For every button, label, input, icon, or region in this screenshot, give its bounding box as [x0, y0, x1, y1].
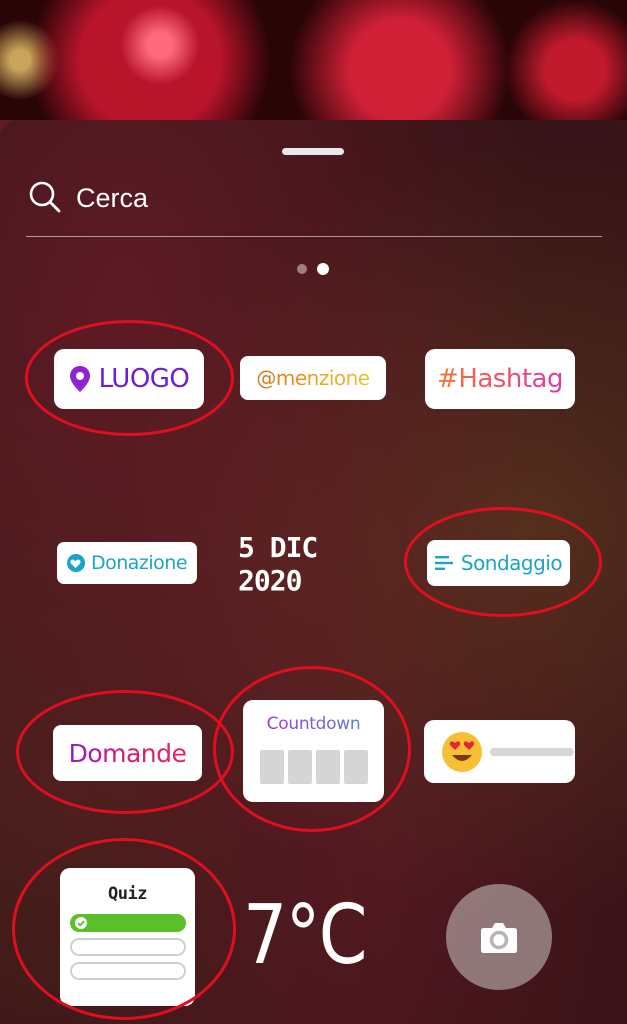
- mention-sticker[interactable]: @menzione: [240, 356, 386, 400]
- check-icon: [74, 917, 87, 929]
- quiz-sticker[interactable]: Quiz: [60, 868, 195, 1006]
- page-dot-1[interactable]: [297, 264, 307, 274]
- list-lines-icon: [434, 556, 453, 570]
- poll-sticker-label: Sondaggio: [460, 551, 563, 575]
- page-dot-2-active[interactable]: [317, 263, 329, 275]
- countdown-digit-box: [287, 750, 312, 784]
- mention-sticker-label: @menzione: [256, 366, 370, 390]
- quiz-option: [69, 962, 186, 980]
- temperature-sticker[interactable]: 7°C: [243, 880, 371, 990]
- quiz-sticker-label: Quiz: [108, 884, 147, 904]
- emoji-slider-track: [490, 747, 574, 756]
- poll-sticker[interactable]: Sondaggio: [427, 540, 570, 586]
- questions-sticker[interactable]: Domande: [53, 725, 202, 781]
- location-sticker[interactable]: LUOGO: [54, 349, 204, 409]
- donation-sticker-label: Donazione: [90, 552, 188, 574]
- donation-sticker[interactable]: Donazione: [57, 542, 197, 584]
- temperature-sticker-label: 7°C: [243, 887, 367, 983]
- emoji-slider-sticker[interactable]: [424, 720, 575, 783]
- location-sticker-label: LUOGO: [98, 364, 190, 394]
- date-sticker-label: 5 DIC 2020: [238, 531, 318, 597]
- camera-sticker-button[interactable]: [446, 884, 552, 990]
- heart-icon: [66, 554, 85, 572]
- camera-icon: [481, 923, 517, 953]
- sheet-drag-handle[interactable]: [282, 148, 344, 155]
- hashtag-sticker-label: #Hashtag: [437, 364, 563, 394]
- hashtag-sticker[interactable]: #Hashtag: [425, 349, 575, 409]
- search-input[interactable]: [74, 177, 578, 219]
- countdown-digit-box: [343, 750, 368, 784]
- date-sticker[interactable]: 5 DIC 2020: [238, 531, 393, 597]
- countdown-digit-boxes: [259, 750, 368, 784]
- questions-sticker-label: Domande: [68, 738, 187, 768]
- location-pin-icon: [69, 366, 90, 392]
- countdown-sticker[interactable]: Countdown: [243, 700, 384, 802]
- background-photo: [0, 0, 627, 130]
- search-bar: [26, 172, 602, 237]
- heart-eyes-emoji-icon: [442, 731, 482, 772]
- countdown-sticker-label: Countdown: [266, 714, 361, 734]
- search-icon: [29, 181, 61, 213]
- quiz-option-correct: [69, 914, 186, 932]
- countdown-digit-box: [259, 750, 284, 784]
- quiz-option: [69, 938, 186, 956]
- countdown-digit-box: [315, 750, 340, 784]
